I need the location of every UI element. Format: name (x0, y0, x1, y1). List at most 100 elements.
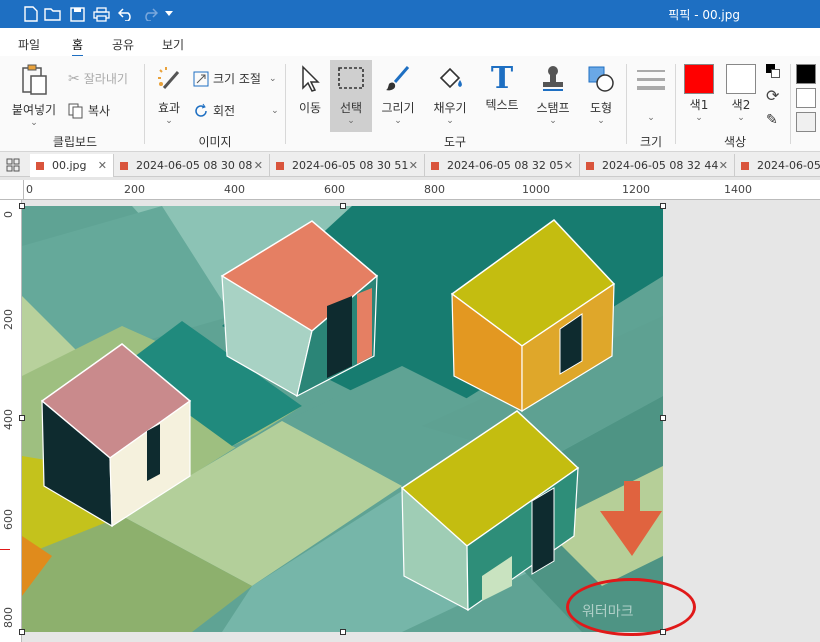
line-width-icon (637, 70, 665, 90)
resize-handle[interactable] (340, 203, 346, 209)
tab-label: 2024-06-05 08 30 51 (292, 159, 409, 172)
cursor-icon (302, 65, 320, 92)
resize-handle[interactable] (660, 629, 666, 635)
fill-tool[interactable]: 채우기 ⌄ (428, 64, 472, 126)
chevron-down-icon: ⌄ (549, 116, 557, 126)
resize-icon (193, 71, 209, 86)
close-icon[interactable]: ✕ (564, 159, 573, 172)
scissors-icon: ✂ (68, 70, 80, 87)
color2-button[interactable]: 색2 ⌄ (722, 64, 760, 123)
resize-handle[interactable] (19, 415, 25, 421)
tab-label: 2024-06-05 (757, 159, 820, 172)
size-button[interactable]: ⌄ (632, 66, 670, 123)
close-icon[interactable]: ✕ (719, 159, 728, 172)
swap-colors-icon[interactable]: ⟳ (766, 86, 779, 105)
close-icon[interactable]: ✕ (254, 159, 263, 172)
window-title: 픽픽 - 00.jpg (668, 8, 740, 22)
ruler-label: 1400 (724, 183, 752, 196)
image-file-icon (431, 161, 439, 170)
save-icon[interactable] (68, 5, 86, 23)
menu-share[interactable]: 공유 (112, 36, 134, 53)
palette-black-swatch[interactable] (796, 64, 816, 84)
resize-button[interactable]: 크기 조절 ⌄ (193, 70, 277, 87)
color1-button[interactable]: 색1 ⌄ (680, 64, 718, 123)
image-group-label: 이미지 (198, 135, 232, 149)
select-tool[interactable]: 선택 ⌄ (330, 60, 372, 132)
eyedropper-icon[interactable]: ✎ (766, 112, 778, 128)
close-icon[interactable]: ✕ (98, 159, 107, 172)
image-file-icon (36, 161, 44, 170)
chevron-down-icon: ⌄ (597, 116, 605, 126)
chevron-down-icon: ⌄ (446, 116, 454, 126)
undo-icon[interactable] (117, 5, 135, 23)
ruler-label: 1000 (522, 183, 550, 196)
effect-button[interactable]: 효과 ⌄ (150, 64, 188, 126)
menu-bar: 파일 홈 공유 보기 (0, 28, 820, 57)
ruler-label: 400 (224, 183, 245, 196)
resize-handle[interactable] (19, 629, 25, 635)
tab-doc-5[interactable]: 2024-06-05 (735, 154, 820, 177)
quick-access-dropdown-icon[interactable] (160, 5, 178, 23)
chevron-down-icon: ⌄ (695, 113, 703, 123)
marquee-select-icon (338, 67, 364, 89)
cut-label: 잘라내기 (83, 72, 128, 86)
menu-home[interactable]: 홈 (72, 36, 84, 57)
cut-button[interactable]: ✂ 잘라내기 (68, 70, 128, 87)
image-file-icon (741, 161, 749, 170)
color1-swatch (684, 64, 714, 94)
chevron-down-icon: ⌄ (394, 116, 402, 126)
ruler-label: 800 (424, 183, 445, 196)
copy-label: 복사 (88, 104, 111, 118)
copy-button[interactable]: 복사 (68, 102, 110, 119)
menu-file[interactable]: 파일 (18, 36, 40, 53)
tab-doc-2[interactable]: 2024-06-05 08 30 51 ✕ (270, 154, 425, 177)
resize-handle[interactable] (660, 415, 666, 421)
default-colors-icon[interactable] (766, 64, 780, 78)
text-t-icon: T (490, 61, 514, 96)
palette-white-swatch[interactable] (796, 88, 816, 108)
close-icon[interactable]: ✕ (409, 159, 418, 172)
ruler-label: 200 (124, 183, 145, 196)
ruler-label: 800 (2, 607, 15, 628)
color2-swatch (726, 64, 756, 94)
chevron-down-icon: ⌄ (30, 118, 38, 128)
magic-wand-icon (158, 67, 180, 89)
resize-handle[interactable] (19, 203, 25, 209)
resize-handle[interactable] (340, 629, 346, 635)
stamp-icon (543, 66, 563, 91)
tools-group-label: 도구 (443, 135, 467, 149)
resize-handle[interactable] (660, 203, 666, 209)
move-tool[interactable]: 이동 (292, 64, 328, 116)
shape-tool[interactable]: 도형 ⌄ (582, 64, 620, 126)
palette-light-swatch[interactable] (796, 112, 816, 132)
chevron-down-icon: ⌄ (737, 113, 745, 123)
chevron-down-icon: ⌄ (647, 113, 655, 123)
ruler-label: 200 (2, 309, 15, 330)
print-icon[interactable] (92, 5, 110, 23)
open-folder-icon[interactable] (44, 5, 62, 23)
tab-doc-3[interactable]: 2024-06-05 08 32 05 ✕ (425, 154, 580, 177)
redo-icon[interactable] (141, 5, 159, 23)
tab-doc-4[interactable]: 2024-06-05 08 32 44 ✕ (580, 154, 735, 177)
horizontal-ruler: 0 200 400 600 800 1000 1200 1400 (24, 180, 820, 200)
image-canvas[interactable] (22, 206, 663, 632)
ruler-label: 600 (324, 183, 345, 196)
document-tab-bar: 00.jpg ✕ 2024-06-05 08 30 08 ✕ 2024-06-0… (0, 152, 820, 177)
tab-doc-0[interactable]: 00.jpg ✕ (30, 154, 114, 177)
menu-view[interactable]: 보기 (162, 36, 184, 53)
paste-button[interactable]: 붙여넣기 ⌄ (8, 64, 60, 128)
ruler-corner (0, 180, 24, 200)
rotate-button[interactable]: 회전 ⌄ (193, 102, 279, 119)
colors-group-label: 색상 (723, 135, 747, 149)
text-tool[interactable]: T 텍스트 (480, 64, 524, 113)
draw-tool[interactable]: 그리기 ⌄ (378, 64, 418, 126)
new-file-icon[interactable] (22, 5, 40, 23)
tab-doc-1[interactable]: 2024-06-05 08 30 08 ✕ (114, 154, 270, 177)
stamp-tool[interactable]: 스탬프 ⌄ (530, 64, 576, 126)
paste-icon (22, 64, 47, 95)
rotate-icon (195, 103, 207, 117)
ruler-label: 400 (2, 409, 15, 430)
tab-grid-icon[interactable] (6, 158, 20, 172)
ruler-label: 0 (26, 183, 33, 196)
tab-label: 00.jpg (52, 159, 87, 172)
